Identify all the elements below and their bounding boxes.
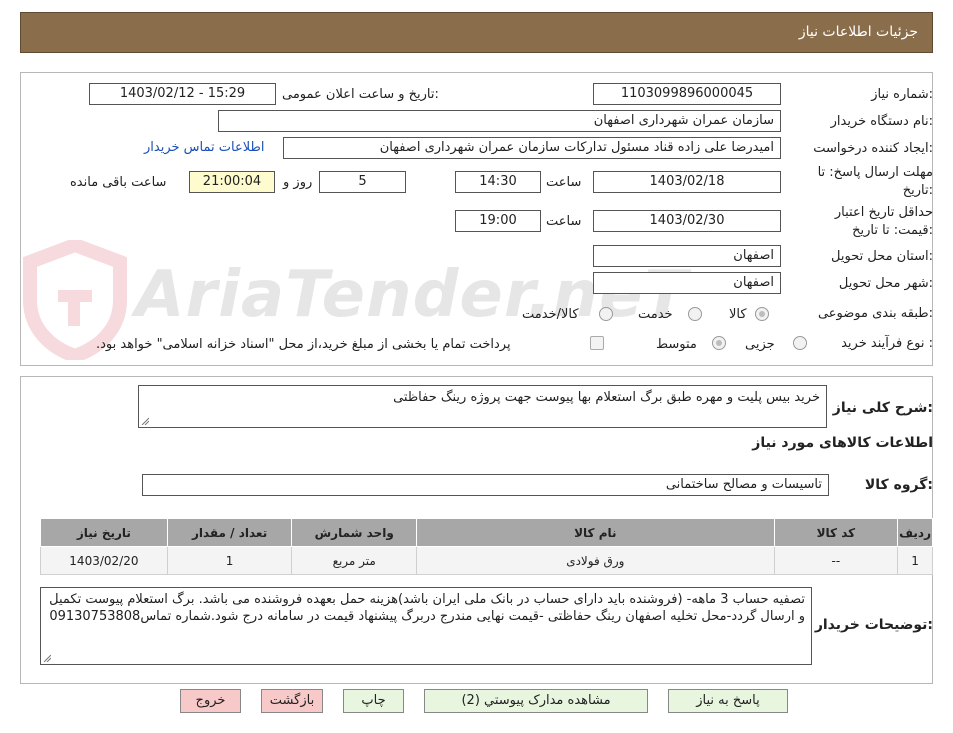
goods-group-label: گروه کالا:: [864, 477, 933, 493]
category-label: طبقه بندی موضوعی:: [817, 306, 933, 321]
goods-table-header: ردیف کد کالا نام کالا واحد شمارش تعداد /…: [40, 518, 933, 547]
announce-datetime-label: تاریخ و ساعت اعلان عمومی:: [282, 87, 439, 102]
buyer-notes-text: تصفیه حساب 3 ماهه- (فروشنده باید دارای ح…: [49, 592, 805, 624]
category-radio-goods-service[interactable]: [599, 307, 613, 321]
reply-to-need-button[interactable]: پاسخ به نیاز: [668, 689, 788, 713]
remaining-time-label: ساعت باقی مانده: [70, 175, 167, 190]
cell-quantity: 1: [166, 546, 293, 575]
city-field: اصفهان: [593, 272, 781, 294]
province-field: اصفهان: [593, 245, 781, 267]
category-option-goods-service: کالا/خدمت: [522, 307, 579, 322]
cell-name: ورق فولادی: [416, 546, 775, 575]
page-title: جزئیات اطلاعات نیاز: [798, 24, 918, 40]
col-header-quantity: تعداد / مقدار: [166, 518, 293, 547]
creator-field: امیدرضا علی زاده قناد مسئول تدارکات سازم…: [283, 137, 781, 159]
process-option-medium: متوسط: [656, 337, 697, 352]
validity-time-label: ساعت: [546, 214, 582, 229]
deadline-label-line1: مهلت ارسال پاسخ: تا: [817, 165, 933, 180]
validity-label-line2: قیمت: تا تاریخ:: [852, 223, 933, 238]
buyer-org-field: سازمان عمران شهرداری اصفهان: [218, 110, 781, 132]
process-radio-minor[interactable]: [793, 336, 807, 350]
process-radio-medium[interactable]: [712, 336, 726, 350]
resize-grip-icon: [141, 417, 149, 425]
category-option-goods: کالا: [729, 307, 747, 322]
buyer-notes-textarea[interactable]: تصفیه حساب 3 ماهه- (فروشنده باید دارای ح…: [40, 587, 812, 665]
category-radio-goods[interactable]: [755, 307, 769, 321]
page-header: جزئیات اطلاعات نیاز: [20, 12, 933, 53]
col-header-code: کد کالا: [773, 518, 899, 547]
deadline-time-field: 14:30: [455, 171, 541, 193]
view-attachments-button[interactable]: مشاهده مدارک پیوستي (2): [424, 689, 648, 713]
col-header-need-date: تاریخ نیاز: [40, 518, 168, 547]
category-radio-service[interactable]: [688, 307, 702, 321]
deadline-label-line2: تاریخ:: [902, 183, 933, 198]
table-row: 1 -- ورق فولادی متر مربع 1 1403/02/20: [40, 546, 933, 575]
remaining-time-field: 21:00:04: [189, 171, 275, 193]
cell-need-date: 1403/02/20: [40, 546, 168, 575]
need-number-label: شماره نیاز:: [871, 87, 933, 102]
summary-label: شرح کلی نیاز:: [832, 400, 933, 416]
category-option-service: خدمت: [638, 307, 673, 322]
process-option-minor: جزیی: [745, 337, 775, 352]
days-remaining-field: 5: [319, 171, 406, 193]
deadline-date-field: 1403/02/18: [593, 171, 781, 193]
need-number-field: 1103099896000045: [593, 83, 781, 105]
validity-time-field: 19:00: [455, 210, 541, 232]
goods-group-field: تاسیسات و مصالح ساختمانی: [142, 474, 829, 496]
print-button[interactable]: چاپ: [343, 689, 404, 713]
cell-unit: متر مربع: [291, 546, 418, 575]
buyer-contact-link[interactable]: اطلاعات تماس خریدار: [144, 140, 264, 155]
buyer-notes-label: توضیحات خریدار:: [814, 617, 933, 633]
col-header-row: ردیف: [897, 518, 933, 547]
buyer-org-label: نام دستگاه خریدار:: [830, 114, 933, 129]
goods-table: ردیف کد کالا نام کالا واحد شمارش تعداد /…: [40, 518, 933, 575]
days-label: روز و: [283, 175, 313, 190]
back-button[interactable]: بازگشت: [261, 689, 323, 713]
resize-grip-icon: [43, 654, 51, 662]
creator-label: ایجاد کننده درخواست:: [813, 141, 933, 156]
announce-datetime-field: 1403/02/12 - 15:29: [89, 83, 276, 105]
col-header-unit: واحد شمارش: [291, 518, 418, 547]
city-label: شهر محل تحویل:: [838, 276, 933, 291]
cell-code: --: [773, 546, 899, 575]
treasury-payment-note: پرداخت تمام یا بخشی از مبلغ خرید،از محل …: [96, 337, 511, 352]
process-type-label: نوع فرآیند خرید :: [841, 336, 933, 351]
goods-info-title: اطلاعات کالاهای مورد نیاز: [752, 435, 933, 451]
validity-label-line1: حداقل تاریخ اعتبار: [834, 205, 933, 220]
summary-text: خرید بیس پلیت و مهره طبق برگ استعلام بها…: [393, 390, 820, 405]
treasury-payment-checkbox[interactable]: [590, 336, 604, 350]
exit-button[interactable]: خروج: [180, 689, 241, 713]
col-header-name: نام کالا: [416, 518, 775, 547]
validity-date-field: 1403/02/30: [593, 210, 781, 232]
summary-textarea[interactable]: خرید بیس پلیت و مهره طبق برگ استعلام بها…: [138, 385, 827, 428]
province-label: استان محل تحویل:: [831, 249, 933, 264]
deadline-time-label: ساعت: [546, 175, 582, 190]
cell-row: 1: [897, 546, 933, 575]
